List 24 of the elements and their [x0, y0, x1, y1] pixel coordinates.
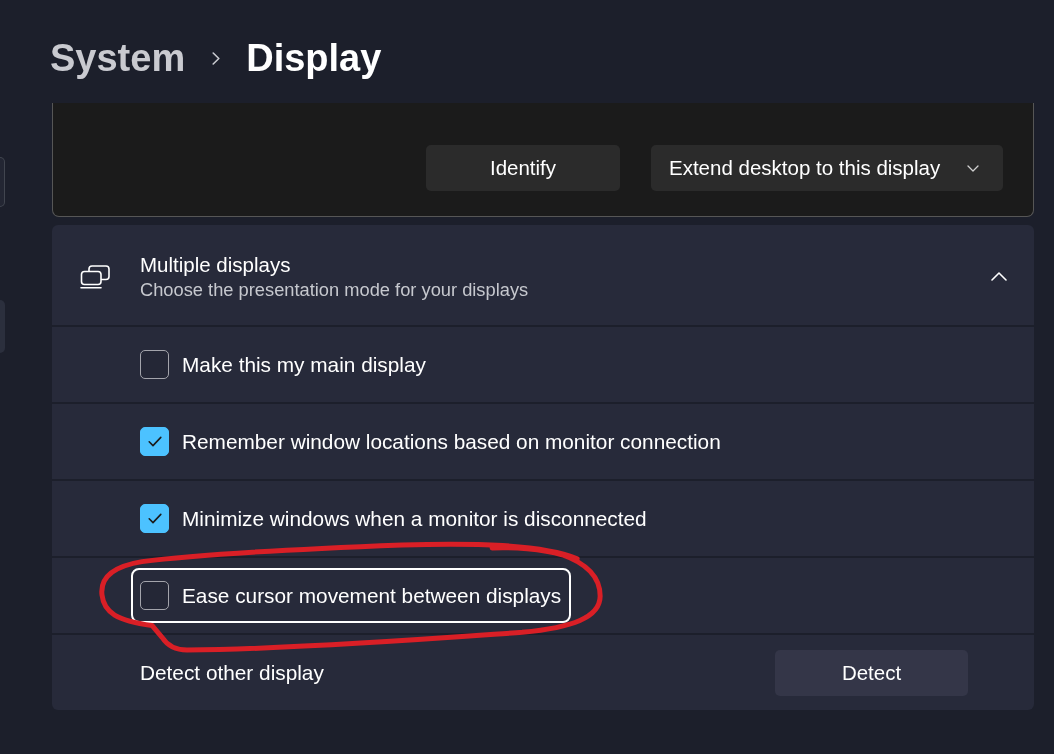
multiple-monitors-icon	[80, 264, 110, 289]
option-label[interactable]: Ease cursor movement between displays	[182, 582, 562, 609]
chevron-down-icon	[967, 164, 979, 172]
detect-button[interactable]: Detect	[775, 649, 968, 696]
option-label[interactable]: Make this my main display	[182, 351, 426, 378]
checkbox[interactable]	[140, 581, 169, 610]
option-label[interactable]: Remember window locations based on monitor connection	[182, 428, 721, 455]
breadcrumb-link[interactable]: System	[50, 36, 186, 80]
checkbox[interactable]	[140, 350, 169, 379]
checkmark-icon	[147, 513, 162, 524]
page-title: Display	[246, 36, 382, 80]
setting-label: Detect other display	[140, 659, 324, 686]
section-subtitle: Choose the presentation mode for your displays	[140, 277, 530, 302]
chevron-right-icon	[212, 52, 221, 65]
checkbox[interactable]	[140, 427, 169, 456]
identify-button[interactable]: Identify	[426, 145, 620, 191]
section-title: Multiple displays	[140, 251, 292, 278]
checkmark-icon	[147, 436, 162, 447]
dropdown[interactable]: Extend desktop to this display	[651, 145, 1003, 191]
checkbox[interactable]	[140, 504, 169, 533]
chevron-up-icon[interactable]	[991, 272, 1007, 281]
option-label[interactable]: Minimize windows when a monitor is disconnected	[182, 505, 647, 532]
input-field[interactable]	[0, 157, 5, 207]
expander-header[interactable]: Multiple displays Choose the presentation mode for your displays	[52, 225, 1034, 325]
